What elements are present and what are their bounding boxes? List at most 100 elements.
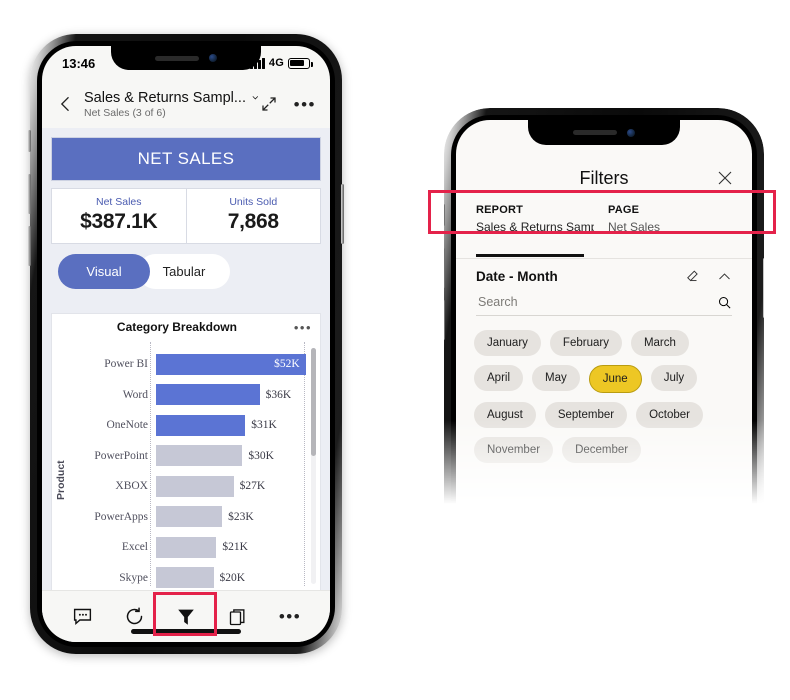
chart-category-label: Word <box>122 388 148 401</box>
month-chip[interactable]: July <box>650 365 698 391</box>
phone-left-notch <box>111 46 261 70</box>
net-sales-banner: NET SALES <box>51 137 321 181</box>
chart-bar-value: $30K <box>248 449 274 462</box>
month-chip[interactable]: May <box>532 365 580 391</box>
chart-bar-row[interactable]: Power BI $52K <box>68 350 320 378</box>
month-chip[interactable]: September <box>544 402 628 428</box>
chart-scrollbar-thumb[interactable] <box>311 348 316 456</box>
chart-bar-track: $23K <box>156 506 320 527</box>
month-chip[interactable]: March <box>630 330 689 356</box>
chart-plot-area: Product Power BI $52K Word $36K OneNote $31K P… <box>52 340 320 590</box>
month-chip[interactable]: June <box>588 365 642 393</box>
earpiece-speaker <box>573 130 617 135</box>
report-title: Sales & Returns Sampl... <box>84 89 246 106</box>
month-chip[interactable]: February <box>549 330 622 356</box>
report-page-subtitle: Net Sales (3 of 6) <box>84 106 166 119</box>
phone-right-notch <box>528 120 680 145</box>
search-input[interactable] <box>476 294 717 310</box>
phone-right-screen: Filters REPORT Sales & Returns Sampl... … <box>456 120 752 508</box>
chart-bar-value: $23K <box>228 510 254 523</box>
phone-left-volume-down-button <box>28 226 31 266</box>
earpiece-speaker <box>155 55 199 61</box>
battery-icon <box>288 57 313 69</box>
phone-left-power-button <box>341 184 344 244</box>
filter-search-row[interactable] <box>476 294 732 316</box>
chart-bar-row[interactable]: OneNote $31K <box>68 411 320 439</box>
chart-bar-value: $31K <box>251 419 277 431</box>
annotation-scope-tabs-highlight <box>428 190 776 234</box>
filter-card-date-month: Date - Month January February March April Ma… <box>456 259 752 463</box>
chart-bar-track: $27K <box>156 475 320 497</box>
chart-bar-value: $52K <box>274 358 300 370</box>
chart-bar-row[interactable]: Excel $21K <box>68 533 320 561</box>
pages-icon[interactable] <box>218 602 258 632</box>
chart-bar[interactable] <box>156 567 214 588</box>
chart-bar-row[interactable]: Skype $20K <box>68 564 320 591</box>
phone-right-power-button <box>763 258 766 318</box>
filter-card-title: Date - Month <box>476 269 558 284</box>
refresh-icon[interactable] <box>114 602 154 632</box>
toggle-visual[interactable]: Visual <box>58 254 150 289</box>
chart-bar-row[interactable]: XBOX $27K <box>68 472 320 500</box>
view-toggle: Tabular Visual <box>58 254 330 289</box>
more-horizontal-icon[interactable]: ••• <box>294 96 316 113</box>
chart-bars: Power BI $52K Word $36K OneNote $31K PowerPoin… <box>68 350 320 590</box>
app-bar: Sales & Returns Sampl... Net Sales (3 of… <box>42 80 330 128</box>
search-icon[interactable] <box>717 295 732 310</box>
chart-scrollbar[interactable] <box>311 348 316 584</box>
chart-bar[interactable] <box>156 506 223 527</box>
chart-bar[interactable] <box>156 414 246 436</box>
kpi-row: Net Sales $387.1K Units Sold 7,868 <box>51 188 321 244</box>
more-horizontal-icon[interactable]: ••• <box>270 602 310 632</box>
chart-bar[interactable] <box>156 475 234 497</box>
phone-left-volume-up-button <box>28 174 31 214</box>
month-chip[interactable]: April <box>474 365 524 391</box>
chart-category-label: PowerPoint <box>94 449 148 462</box>
month-chip-list: January February March April May June July Augu… <box>474 330 734 463</box>
comment-icon[interactable] <box>62 602 102 632</box>
month-chip[interactable]: January <box>474 330 541 356</box>
phone-left-screen: 13:46 4G Sales & Returns Sampl... Net Sa… <box>42 46 330 642</box>
filter-card-actions <box>684 269 732 284</box>
more-horizontal-icon[interactable]: ••• <box>294 321 312 334</box>
phone-left: 13:46 4G Sales & Returns Sampl... Net Sa… <box>28 34 344 654</box>
kpi-card-units-sold[interactable]: Units Sold 7,868 <box>185 189 321 243</box>
month-chip[interactable]: December <box>562 437 642 463</box>
status-bar-time: 13:46 <box>62 55 96 71</box>
chart-bar[interactable] <box>156 445 243 466</box>
chart-bar[interactable] <box>156 384 260 405</box>
expand-arrows-icon[interactable] <box>260 95 278 113</box>
annotation-filter-button-highlight <box>153 592 217 636</box>
chart-category-label: PowerApps <box>94 510 148 523</box>
kpi-card-net-sales[interactable]: Net Sales $387.1K <box>52 189 186 243</box>
phone-right: Filters REPORT Sales & Returns Sampl... … <box>442 108 766 508</box>
close-icon[interactable] <box>716 169 734 187</box>
filter-card-header: Date - Month <box>456 259 752 288</box>
chevron-up-icon[interactable] <box>717 269 732 284</box>
month-chip[interactable]: November <box>474 437 554 463</box>
filters-title: Filters <box>579 167 629 188</box>
month-chip[interactable]: August <box>474 402 536 428</box>
kpi-value: $387.1K <box>80 210 158 233</box>
toggle-tabular[interactable]: Tabular <box>138 254 230 289</box>
chart-bar-track: $20K <box>156 567 320 588</box>
chart-bar-track: $36K <box>156 384 320 405</box>
eraser-icon[interactable] <box>684 269 699 284</box>
phone-right-volume-up-button <box>442 248 445 288</box>
kpi-label: Net Sales <box>95 196 142 208</box>
report-title-row[interactable]: Sales & Returns Sampl... <box>84 90 260 106</box>
chart-bar-value: $36K <box>265 388 292 401</box>
chart-bar-track: $21K <box>156 536 320 558</box>
chevron-left-icon[interactable] <box>56 94 76 114</box>
chart-category-label: XBOX <box>115 480 148 492</box>
app-bar-actions: ••• <box>260 95 316 113</box>
chart-bar-row[interactable]: Word $36K <box>68 381 320 409</box>
chart-bar[interactable] <box>156 536 217 558</box>
chevron-down-icon[interactable] <box>251 92 260 103</box>
chart-bar-row[interactable]: PowerApps $23K <box>68 503 320 531</box>
chart-bar-row[interactable]: PowerPoint $30K <box>68 442 320 470</box>
month-chip[interactable]: October <box>636 402 703 428</box>
chart-bar-value: $27K <box>239 480 266 492</box>
front-camera <box>627 128 635 137</box>
chart-bar-track: $31K <box>156 414 320 436</box>
